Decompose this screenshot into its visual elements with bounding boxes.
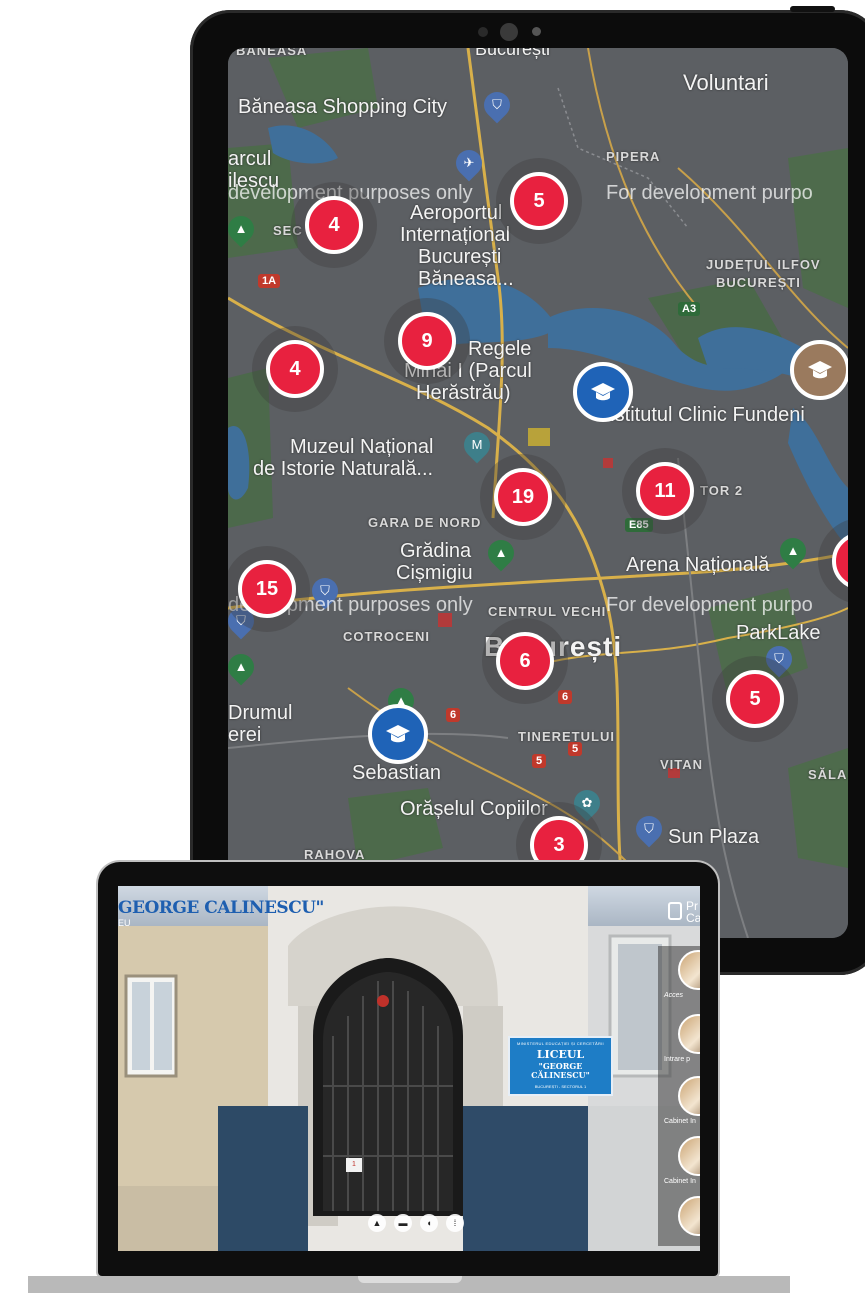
- tour-controls: ▲ ▬ ◖ ⁞: [368, 1214, 464, 1232]
- logo-line-2: Ca: [686, 911, 700, 925]
- map-label-airport-2: Internațional: [400, 224, 511, 246]
- map-label-sala: SĂLA: [808, 767, 848, 782]
- road-shield-5b: 5: [532, 754, 547, 768]
- map-label-muzeul-1: Muzeul Național: [290, 436, 434, 458]
- map-label-arena: Arena Națională: [626, 554, 770, 576]
- map-label-pipera: PIPERA: [606, 149, 661, 164]
- map-label-orasel: Orășelul Copiilor: [400, 798, 548, 820]
- map-label-airport-1: Aeroportul: [410, 202, 503, 224]
- shopping-icon-5[interactable]: ⛉: [630, 810, 668, 848]
- plaque-name: "GEORGE CĂLINESCU": [531, 1061, 590, 1080]
- amusement-icon[interactable]: ✿: [568, 784, 606, 822]
- museum-icon[interactable]: M: [458, 426, 496, 464]
- airplane-icon[interactable]: ✈: [450, 144, 488, 182]
- cluster-marker[interactable]: 5: [726, 670, 784, 728]
- map-label-parcul: arcul: [228, 148, 272, 170]
- school-marker-alt[interactable]: [790, 340, 848, 400]
- screen-icon[interactable]: ▬: [394, 1214, 412, 1232]
- school-plaque: MINISTERUL EDUCAȚIEI ȘI CERCETĂRII LICEU…: [508, 1036, 613, 1096]
- road-shield-1a: 1A: [258, 274, 281, 288]
- cluster-marker[interactable]: 15: [238, 560, 296, 618]
- road-shield-a3: A3: [678, 302, 701, 316]
- map-label-centrul: CENTRUL VECHI: [488, 604, 607, 619]
- cluster-marker[interactable]: 5: [510, 172, 568, 230]
- map-label-regele-3: Herăstrău): [416, 382, 511, 404]
- map-label-tineretului: TINERETULUI: [518, 729, 615, 744]
- door-notice: 1: [346, 1158, 362, 1172]
- institution-logo-icon[interactable]: [668, 902, 682, 920]
- cluster-marker[interactable]: 9: [398, 312, 456, 370]
- map-label-sunplaza: Sun Plaza: [668, 826, 760, 848]
- cluster-marker[interactable]: 6: [496, 632, 554, 690]
- map-label-parklake: ParkLake: [736, 622, 821, 644]
- graduation-cap-icon: [386, 725, 410, 743]
- cluster-marker[interactable]: 4: [305, 196, 363, 254]
- dev-watermark-2: For development purpo: [606, 182, 813, 204]
- scene-label: Cabinet In: [664, 1178, 696, 1185]
- tour-title: GEORGE CALINESCU": [118, 898, 324, 918]
- school-marker[interactable]: [573, 362, 633, 422]
- plaque-ministry: MINISTERUL EDUCAȚIEI ȘI CERCETĂRII: [517, 1041, 604, 1046]
- graduation-cap-icon: [808, 361, 832, 379]
- tablet-light-sensor: [532, 27, 541, 36]
- scene-label: Cabinet In: [664, 1118, 696, 1125]
- map-label-bucuresti-top: București: [475, 48, 551, 59]
- map-label-airport-4: Băneasa...: [418, 268, 514, 290]
- graduation-cap-icon: [591, 383, 615, 401]
- map-label-sec: SEC: [273, 223, 303, 238]
- map-label-cotroceni: COTROCENI: [343, 629, 430, 644]
- map-label-drumul-2: erei: [228, 724, 262, 746]
- map-label-gara: GARA DE NORD: [368, 515, 482, 530]
- scene-label: Acces: [664, 992, 684, 999]
- road-shield-e85: E85: [625, 518, 653, 532]
- map-label-judet-2: BUCUREȘTI: [716, 275, 801, 290]
- cluster-marker[interactable]: 19: [494, 468, 552, 526]
- map-screen[interactable]: BĂNEASA București Voluntari Băneasa Shop…: [228, 48, 848, 938]
- tablet-camera: [500, 23, 518, 41]
- tour-subtitle: EU: [118, 918, 131, 928]
- road-shield-6b: 6: [558, 690, 573, 704]
- map-label-vitan: VITAN: [660, 757, 704, 772]
- park-tree-icon-3[interactable]: ▲: [774, 532, 812, 570]
- map-label-muzeul-2: de Istorie Naturală...: [253, 458, 434, 480]
- scene-label: Intrare p: [664, 1056, 691, 1063]
- tablet-power-button: [790, 6, 835, 12]
- cluster-marker[interactable]: 4: [266, 340, 324, 398]
- map-label-regele-1: Regele: [468, 338, 532, 360]
- map-label-baneasa: BĂNEASA: [236, 48, 308, 58]
- laptop-notch: [358, 1276, 462, 1283]
- institution-logo-text[interactable]: Pr Ca: [686, 900, 700, 924]
- plaque-liceul: LICEUL: [536, 1048, 585, 1061]
- plaque-city: BUCUREȘTI - SECTORUL 1: [534, 1084, 587, 1089]
- image-icon[interactable]: ▲: [368, 1214, 386, 1232]
- cluster-marker[interactable]: 11: [636, 462, 694, 520]
- school-marker-2[interactable]: [368, 704, 428, 764]
- road-shield-6a: 6: [446, 708, 461, 722]
- shopping-bag-icon[interactable]: ⛉: [478, 86, 516, 124]
- tablet-sensor: [478, 27, 488, 37]
- map-label-fundeni: Institutul Clinic Fundeni: [598, 404, 805, 426]
- grid-icon[interactable]: ⁞: [446, 1214, 464, 1232]
- map-label-gradina-2: Cișmigiu: [396, 562, 473, 584]
- virtual-tour-view[interactable]: GEORGE CALINESCU" EU Pr Ca MINISTERUL ED…: [118, 886, 700, 1251]
- map-label-shopping: Băneasa Shopping City: [238, 96, 448, 118]
- map-label-sebastian: Sebastian: [352, 762, 441, 784]
- map-label-airport-3: București: [418, 246, 502, 268]
- volume-icon[interactable]: ◖: [420, 1214, 438, 1232]
- map-label-voluntari: Voluntari: [683, 70, 769, 95]
- map-label-drumul-1: Drumul: [228, 702, 293, 724]
- map-label-tor2: TOR 2: [700, 483, 744, 498]
- dev-watermark-4: For development purpo: [606, 594, 813, 616]
- map-label-gradina-1: Grădina: [400, 540, 472, 562]
- park-tree-icon-2[interactable]: ▲: [482, 534, 520, 572]
